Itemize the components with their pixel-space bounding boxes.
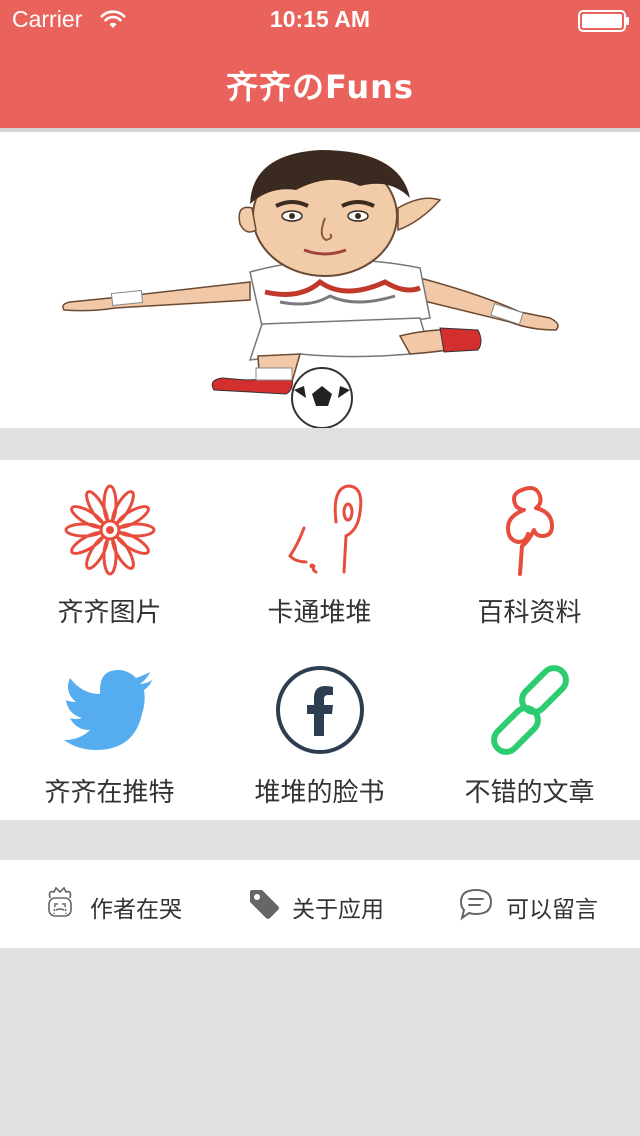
face-profile-icon xyxy=(287,484,362,574)
grid-item-twitter[interactable]: 齐齐在推特 xyxy=(3,640,216,820)
grid-item-facebook[interactable]: 堆堆的脸书 xyxy=(213,640,426,820)
facebook-icon xyxy=(275,666,364,754)
grid-item-label: 百科资料 xyxy=(477,598,582,628)
speech-bubble-icon xyxy=(459,888,493,921)
status-bar: Carrier 10:15 AM xyxy=(0,0,640,40)
grid-item-label: 不错的文章 xyxy=(464,778,595,808)
feature-grid: 齐齐图片 卡通堆堆 百科资料 齐齐在推特 堆堆的脸书 不错的文章 xyxy=(0,460,640,820)
navigation-bar: 齐齐のFuns xyxy=(0,40,640,128)
grid-item-cartoon[interactable]: 卡通堆堆 xyxy=(213,460,426,640)
leave-message-button[interactable]: 可以留言 xyxy=(452,860,632,948)
hero-banner xyxy=(0,132,640,428)
app-screen: Carrier 10:15 AM 齐齐のFuns 齐齐图片 卡通堆堆 百科资料 … xyxy=(0,0,640,1136)
battery-icon xyxy=(578,10,629,32)
pushpin-icon xyxy=(505,486,554,576)
about-app-button[interactable]: 关于应用 xyxy=(236,860,416,948)
crying-author-icon xyxy=(48,886,72,917)
page-title: 齐齐のFuns xyxy=(226,68,414,106)
grid-item-label: 齐齐图片 xyxy=(57,598,162,628)
chain-link-icon xyxy=(490,665,569,755)
status-time: 10:15 AM xyxy=(269,6,371,32)
flower-icon xyxy=(64,484,155,576)
grid-item-articles[interactable]: 不错的文章 xyxy=(423,640,636,820)
grid-item-label: 堆堆的脸书 xyxy=(254,778,385,808)
grid-item-wiki[interactable]: 百科资料 xyxy=(423,460,636,640)
soccer-player-illustration xyxy=(62,150,559,428)
footer-item-label: 关于应用 xyxy=(292,897,384,923)
footer-item-label: 作者在哭 xyxy=(90,897,182,923)
author-button[interactable]: 作者在哭 xyxy=(30,860,210,948)
tag-icon xyxy=(250,890,279,919)
grid-item-label: 齐齐在推特 xyxy=(44,778,175,808)
bottom-actions-bar: 作者在哭 关于应用 可以留言 xyxy=(0,860,640,948)
twitter-icon xyxy=(63,670,152,750)
grid-item-label: 卡通堆堆 xyxy=(267,598,372,628)
footer-item-label: 可以留言 xyxy=(506,897,598,923)
grid-item-photos[interactable]: 齐齐图片 xyxy=(3,460,216,640)
